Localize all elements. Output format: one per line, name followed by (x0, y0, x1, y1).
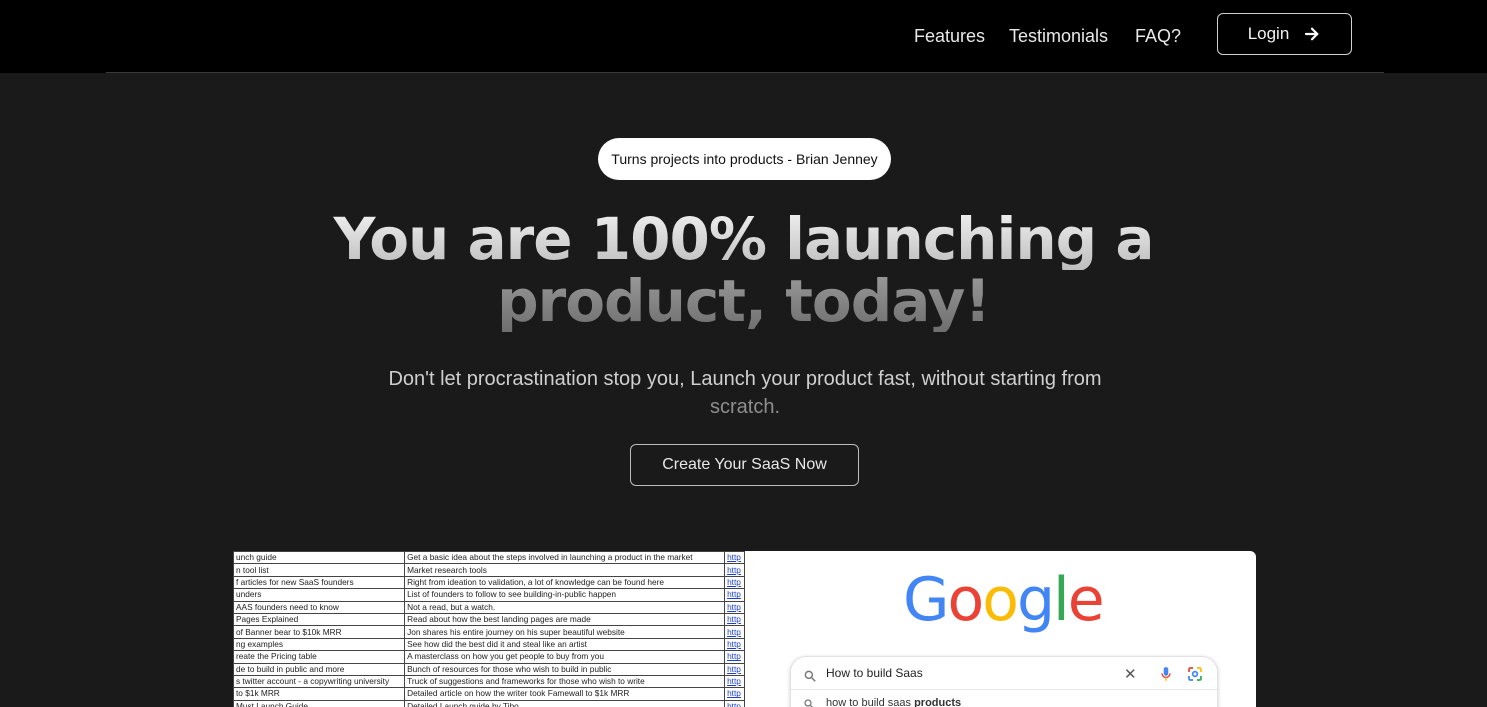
search-suggestion-plain: how to build saas (826, 697, 915, 707)
resource-link-cell[interactable]: http (724, 662, 745, 676)
resource-description-cell: Jon shares his entire journey on his sup… (404, 625, 726, 639)
table-row: to $1k MRR Detailed article on how the wr… (233, 687, 745, 701)
login-button-label: Login (1247, 24, 1290, 43)
resource-description-cell: Not a read, but a watch. (404, 600, 726, 614)
resource-name-cell: of Banner bear to $10k MRR (233, 625, 406, 639)
hero-subtitle-main: Don't let procrastination stop you, Laun… (388, 368, 1102, 390)
resource-description-cell: Right from ideation to validation, a lot… (404, 575, 726, 590)
table-row: f articles for new SaaS founders Right fr… (233, 575, 745, 590)
google-search-preview: Google How to build Saas ✕ how to build … (745, 551, 1256, 707)
resource-name-cell: to $1k MRR (233, 687, 406, 701)
arrow-right-icon (1305, 27, 1319, 41)
resource-link-cell[interactable]: http (724, 551, 745, 565)
google-search-box: How to build Saas ✕ how to build saas pr… (790, 656, 1218, 707)
resource-name-cell: n tool list (233, 563, 406, 577)
resource-name-cell: reate the Pricing table (233, 650, 406, 664)
nav-link-testimonials[interactable]: Testimonials (1009, 0, 1108, 73)
resource-link-cell[interactable]: http (724, 600, 745, 614)
resource-description-cell: Read about how the best landing pages ar… (404, 612, 726, 627)
nav-link-faq[interactable]: FAQ? (1135, 0, 1181, 73)
hero-subtitle-end: scratch. (709, 396, 781, 418)
resource-name-cell: ng examples (233, 637, 406, 652)
hero-subtitle: Don't let procrastination stop you, Laun… (374, 365, 1116, 421)
table-row: n tool list Market research tools http (233, 563, 745, 577)
close-icon: ✕ (1124, 666, 1137, 683)
resource-link-cell[interactable]: http (724, 563, 745, 577)
table-row: s twitter account - a copywriting univer… (233, 674, 745, 689)
resource-description-cell: See how did the best did it and steal li… (404, 637, 726, 652)
table-row: ng examples See how did the best did it a… (233, 637, 745, 652)
resource-description-cell: Bunch of resources for those who wish to… (404, 662, 726, 676)
table-row: Must Launch Guide Detailed Launch guide b… (233, 699, 745, 707)
resource-name-cell: Pages Explained (233, 612, 406, 627)
resources-table: unch guide Get a basic idea about the ste… (233, 551, 745, 707)
resource-name-cell: s twitter account - a copywriting univer… (233, 674, 406, 689)
resource-description-cell: Get a basic idea about the steps involve… (404, 551, 726, 565)
google-logo-letter: o (982, 565, 1019, 635)
google-logo-letter: e (1067, 565, 1105, 635)
resource-link-cell[interactable]: http (724, 687, 745, 701)
resource-description-cell: A masterclass on how you get people to b… (404, 650, 726, 664)
resource-link-cell[interactable]: http (724, 699, 745, 707)
resource-link-cell[interactable]: http (724, 588, 745, 602)
resource-name-cell: f articles for new SaaS founders (233, 575, 406, 590)
resource-name-cell: de to build in public and more (233, 662, 406, 676)
resource-link-cell[interactable]: http (724, 637, 745, 652)
search-suggestion: how to build saas products (826, 697, 961, 707)
navbar-divider (106, 72, 1384, 73)
microphone-icon (1161, 667, 1171, 681)
resources-spreadsheet-preview: unch guide Get a basic idea about the ste… (233, 551, 745, 707)
google-logo-letter: l (1053, 565, 1070, 635)
google-logo-letter: o (947, 565, 985, 635)
resource-link-cell[interactable]: http (724, 625, 745, 639)
table-row: unders List of founders to follow to see … (233, 588, 745, 602)
resource-description-cell: Detailed Launch guide by Tibo (404, 699, 726, 707)
hero-headline-line2: product, today! (0, 270, 1487, 332)
resource-name-cell: unch guide (233, 551, 406, 565)
resource-description-cell: List of founders to follow to see buildi… (404, 588, 726, 602)
hero-headline: You are 100% launching a product, today! (0, 208, 1487, 332)
nav-link-features[interactable]: Features (914, 0, 985, 73)
resource-description-cell: Truck of suggestions and frameworks for … (404, 674, 726, 689)
google-lens-icon (1188, 667, 1202, 681)
google-logo: Google (903, 565, 1105, 635)
table-row: Pages Explained Read about how the best l… (233, 612, 745, 627)
google-logo-letter: G (903, 565, 949, 635)
google-logo-letter: g (1016, 565, 1055, 635)
login-button[interactable]: Login (1217, 13, 1352, 55)
table-row: unch guide Get a basic idea about the ste… (233, 551, 745, 565)
search-icon (804, 699, 813, 707)
search-box-divider (791, 689, 1217, 690)
resource-description-cell: Detailed article on how the writer took … (404, 687, 726, 701)
resource-description-cell: Market research tools (404, 563, 726, 577)
resource-name-cell: Must Launch Guide (233, 699, 406, 707)
testimonial-pill: Turns projects into products - Brian Jen… (598, 138, 891, 180)
resource-link-cell[interactable]: http (724, 650, 745, 664)
hero-headline-line1: You are 100% launching a (0, 208, 1487, 270)
google-search-query: How to build Saas (826, 666, 923, 680)
resource-link-cell[interactable]: http (724, 674, 745, 689)
table-row: of Banner bear to $10k MRR Jon shares his… (233, 625, 745, 639)
table-row: AAS founders need to know Not a read, but… (233, 600, 745, 614)
resource-link-cell[interactable]: http (724, 612, 745, 627)
table-row: reate the Pricing table A masterclass on … (233, 650, 745, 664)
resource-name-cell: unders (233, 588, 406, 602)
resource-name-cell: AAS founders need to know (233, 600, 406, 614)
table-row: de to build in public and more Bunch of r… (233, 662, 745, 676)
create-saas-button[interactable]: Create Your SaaS Now (630, 444, 859, 486)
search-icon (804, 670, 816, 682)
resource-link-cell[interactable]: http (724, 575, 745, 590)
search-suggestion-bold: products (914, 697, 962, 707)
